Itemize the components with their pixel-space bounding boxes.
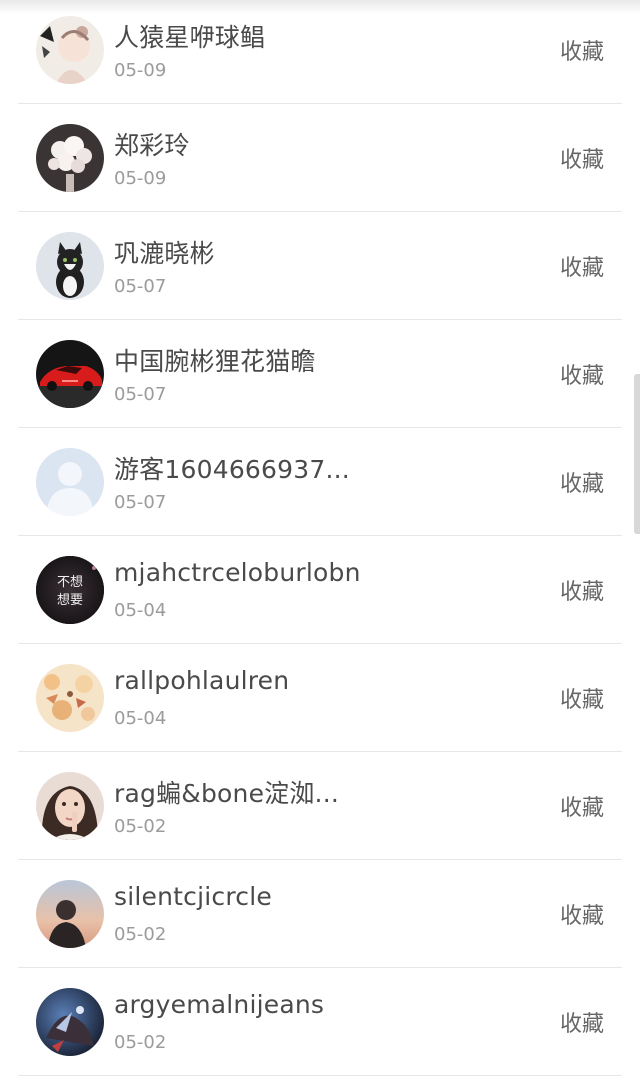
avatar[interactable]: 不想 想要 bbox=[36, 556, 104, 624]
collect-button[interactable]: 收藏 bbox=[560, 34, 604, 66]
text-image-icon: 不想 想要 bbox=[36, 556, 104, 624]
collect-button[interactable]: 收藏 bbox=[560, 250, 604, 282]
collect-button[interactable]: 收藏 bbox=[560, 790, 604, 822]
date-label: 05-07 bbox=[114, 492, 167, 513]
date-label: 05-09 bbox=[114, 168, 167, 189]
user-name: silentcjicrcle bbox=[114, 882, 272, 911]
avatar[interactable] bbox=[36, 664, 104, 732]
list-item[interactable]: 人猿星咿球鲳 05-09 收藏 bbox=[18, 0, 622, 104]
avatar[interactable] bbox=[36, 988, 104, 1056]
list-item[interactable]: 中国腕彬狸花猫瞻 05-07 收藏 bbox=[18, 320, 622, 428]
user-name: rag蝙&bone淀洳... bbox=[114, 779, 339, 808]
collect-button[interactable]: 收藏 bbox=[560, 358, 604, 390]
date-label: 05-02 bbox=[114, 924, 167, 945]
dark-art-icon bbox=[36, 988, 104, 1056]
list-item[interactable]: 郑彩玲 05-09 收藏 bbox=[18, 104, 622, 212]
date-label: 05-09 bbox=[114, 60, 167, 81]
user-name: rallpohlaulren bbox=[114, 666, 290, 695]
list-item[interactable]: argyemalnijeans 05-02 收藏 bbox=[18, 968, 622, 1076]
user-name: 游客1604666937... bbox=[114, 455, 350, 484]
user-name: 中国腕彬狸花猫瞻 bbox=[114, 347, 316, 376]
date-label: 05-07 bbox=[114, 276, 167, 297]
date-label: 05-04 bbox=[114, 600, 167, 621]
list-item[interactable]: 巩漉晓彬 05-07 收藏 bbox=[18, 212, 622, 320]
collect-button[interactable]: 收藏 bbox=[560, 574, 604, 606]
list-item[interactable]: rallpohlaulren 05-04 收藏 bbox=[18, 644, 622, 752]
default-user-icon bbox=[36, 448, 104, 516]
list-item[interactable]: silentcjicrcle 05-02 收藏 bbox=[18, 860, 622, 968]
flower-bouquet-icon bbox=[36, 124, 104, 192]
cartoon-pattern-icon bbox=[36, 664, 104, 732]
list-item[interactable]: 游客1604666937... 05-07 收藏 bbox=[18, 428, 622, 536]
avatar[interactable] bbox=[36, 340, 104, 408]
collect-button[interactable]: 收藏 bbox=[560, 898, 604, 930]
avatar[interactable] bbox=[36, 124, 104, 192]
list-item[interactable]: rag蝙&bone淀洳... 05-02 收藏 bbox=[18, 752, 622, 860]
avatar[interactable] bbox=[36, 448, 104, 516]
collect-button[interactable]: 收藏 bbox=[560, 1006, 604, 1038]
list-item[interactable]: 不想 想要 mjahctrceloburlobn 05-04 收藏 bbox=[18, 536, 622, 644]
avatar-text-line-1: 不想 bbox=[57, 574, 83, 590]
user-list: 人猿星咿球鲳 05-09 收藏 郑彩玲 05-09 收藏 巩漉晓彬 05-07 … bbox=[0, 0, 640, 1076]
avatar[interactable] bbox=[36, 772, 104, 840]
top-shadow bbox=[0, 0, 640, 14]
date-label: 05-02 bbox=[114, 816, 167, 837]
avatar-text-line-2: 想要 bbox=[57, 592, 83, 608]
kitten-icon bbox=[36, 232, 104, 300]
woman-photo-icon bbox=[36, 772, 104, 840]
user-name: 人猿星咿球鲳 bbox=[114, 23, 266, 52]
red-car-icon bbox=[36, 340, 104, 408]
collect-button[interactable]: 收藏 bbox=[560, 682, 604, 714]
user-name: 巩漉晓彬 bbox=[114, 239, 215, 268]
user-name: 郑彩玲 bbox=[114, 131, 190, 160]
collect-button[interactable]: 收藏 bbox=[560, 466, 604, 498]
scrollbar-thumb[interactable] bbox=[634, 374, 640, 534]
girl-illustration-icon bbox=[36, 16, 104, 84]
avatar[interactable] bbox=[36, 16, 104, 84]
collect-button[interactable]: 收藏 bbox=[560, 142, 604, 174]
man-sunset-icon bbox=[36, 880, 104, 948]
avatar[interactable] bbox=[36, 880, 104, 948]
date-label: 05-04 bbox=[114, 708, 167, 729]
date-label: 05-07 bbox=[114, 384, 167, 405]
user-name: mjahctrceloburlobn bbox=[114, 558, 361, 587]
user-name: argyemalnijeans bbox=[114, 990, 325, 1019]
avatar[interactable] bbox=[36, 232, 104, 300]
date-label: 05-02 bbox=[114, 1032, 167, 1053]
